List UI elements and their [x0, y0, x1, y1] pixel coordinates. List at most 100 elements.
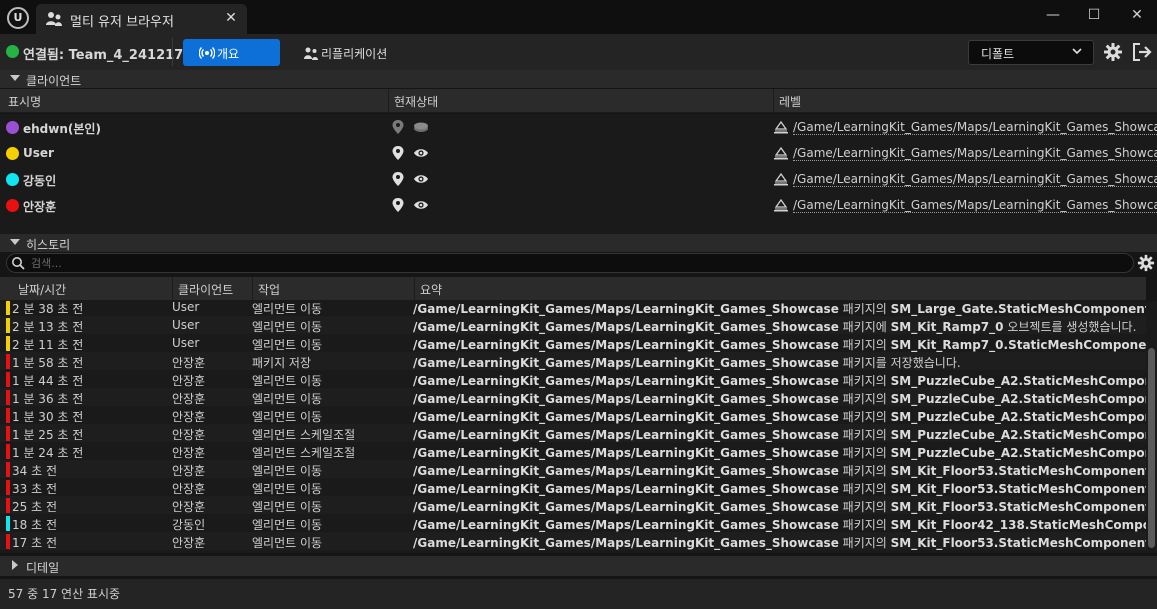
summary-object-name: SM_PuzzleCube_A2.StaticMeshComponent0: [890, 410, 1146, 424]
client-color-bar: [6, 408, 10, 423]
history-row[interactable]: 2 분 13 초 전 User 엘리먼트 이동/Game/LearningKit_G…: [0, 316, 1146, 334]
history-time: 1 분 58 초 전: [12, 356, 84, 370]
history-row[interactable]: 18 초 전 강동인 엘리먼트 이동/Game/LearningKit_Games/…: [0, 514, 1146, 532]
col-display-name[interactable]: 표시명: [8, 93, 41, 110]
column-divider[interactable]: [388, 89, 389, 113]
history-section-header[interactable]: 히스토리: [0, 234, 1157, 252]
history-action: 엘리먼트 이동: [252, 518, 323, 532]
unreal-logo-icon: U: [7, 7, 29, 29]
history-time: 2 분 13 초 전: [12, 320, 84, 334]
history-row[interactable]: 1 분 30 초 전 안장훈 엘리먼트 이동/Game/LearningKit_Ga…: [0, 406, 1146, 424]
clients-section-header[interactable]: 클라이언트: [0, 70, 1157, 88]
history-summary: /Game/LearningKit_Games/Maps/LearningKit…: [413, 354, 1146, 371]
column-divider[interactable]: [773, 89, 774, 113]
client-color-bar: [6, 534, 10, 549]
history-row[interactable]: 1 분 24 초 전 안장훈 엘리먼트 스케일조절/Game/LearningKit…: [0, 442, 1146, 460]
history-row[interactable]: 2 분 38 초 전 User 엘리먼트 이동/Game/LearningKit_G…: [0, 301, 1146, 316]
location-pin-icon: [392, 146, 404, 160]
client-color-bar: [6, 336, 10, 351]
history-action: 엘리먼트 이동: [252, 500, 323, 514]
gear-icon[interactable]: [1103, 42, 1123, 62]
collapse-arrow-icon: [10, 239, 20, 245]
overview-button[interactable]: 개요: [183, 39, 280, 66]
broadcast-icon: [199, 47, 215, 59]
summary-package-path: /Game/LearningKit_Games/Maps/LearningKit…: [413, 392, 839, 406]
history-settings-gear-icon[interactable]: [1137, 254, 1155, 272]
history-row[interactable]: 1 분 25 초 전 안장훈 엘리먼트 스케일조절/Game/LearningKit…: [0, 424, 1146, 442]
summary-text: 패키지의: [838, 374, 891, 388]
client-color-icon: [6, 147, 19, 160]
history-row[interactable]: 17 초 전 안장훈 엘리먼트 이동/Game/LearningKit_Games/…: [0, 532, 1146, 550]
maximize-button[interactable]: ☐: [1079, 4, 1109, 26]
summary-text: 패키지의: [838, 482, 891, 496]
client-name: 강동인: [23, 174, 57, 188]
client-row[interactable]: 강동인/Game/LearningKit_Games/Maps/Learning…: [0, 166, 1157, 192]
history-scrollbar-thumb[interactable]: [1148, 348, 1155, 548]
history-client: 안장훈: [172, 464, 206, 478]
history-summary: /Game/LearningKit_Games/Maps/LearningKit…: [413, 318, 1146, 335]
expand-arrow-icon: [12, 560, 18, 570]
operation-count-label: 57 중 17 연산 표시중: [8, 587, 121, 601]
summary-package-path: /Game/LearningKit_Games/Maps/LearningKit…: [413, 356, 839, 370]
client-row[interactable]: User/Game/LearningKit_Games/Maps/Learnin…: [0, 140, 1157, 166]
history-summary: /Game/LearningKit_Games/Maps/LearningKit…: [413, 444, 1146, 461]
client-level-path[interactable]: /Game/LearningKit_Games/Maps/LearningKit…: [793, 120, 1157, 135]
history-row[interactable]: 34 초 전 안장훈 엘리먼트 이동/Game/LearningKit_Games/…: [0, 460, 1146, 478]
preset-dropdown[interactable]: 디폴트: [968, 40, 1094, 65]
history-action: 엘리먼트 이동: [252, 392, 323, 406]
toolbar-divider: [172, 38, 173, 66]
col-action[interactable]: 작업: [258, 281, 280, 298]
history-row[interactable]: 1 분 44 초 전 안장훈 엘리먼트 이동/Game/LearningKit_Ga…: [0, 370, 1146, 388]
eye-icon: [414, 201, 428, 209]
tab-close-icon[interactable]: ✕: [221, 8, 241, 28]
history-time: 1 분 25 초 전: [12, 428, 84, 442]
history-search-box[interactable]: [6, 253, 1134, 273]
client-level-path[interactable]: /Game/LearningKit_Games/Maps/LearningKit…: [793, 146, 1157, 161]
tab-multi-user-browser[interactable]: 멀티 유저 브라우저 ✕: [36, 4, 247, 34]
chevron-down-icon: [1072, 48, 1082, 55]
replication-button[interactable]: 리플리케이션: [289, 39, 394, 66]
details-section-header[interactable]: 디테일: [0, 556, 1157, 576]
close-window-button[interactable]: ✕: [1122, 4, 1152, 26]
client-name: ehdwn(본인): [23, 122, 101, 136]
summary-text: 패키지의: [838, 518, 891, 532]
col-datetime[interactable]: 날짜/시간: [18, 281, 66, 298]
client-color-bar: [6, 426, 10, 441]
client-level-path[interactable]: /Game/LearningKit_Games/Maps/LearningKit…: [793, 198, 1157, 213]
col-client[interactable]: 클라이언트: [178, 281, 233, 298]
col-status[interactable]: 현재상태: [394, 93, 438, 110]
history-row[interactable]: 1 분 36 초 전 안장훈 엘리먼트 이동/Game/LearningKit_Ga…: [0, 388, 1146, 406]
column-divider[interactable]: [172, 277, 173, 301]
client-row[interactable]: 안장훈/Game/LearningKit_Games/Maps/Learning…: [0, 192, 1157, 218]
summary-object-name: SM_Kit_Floor53.StaticMeshComponent0: [890, 536, 1146, 550]
client-color-bar: [6, 498, 10, 513]
col-level[interactable]: 레벨: [779, 93, 801, 110]
client-color-icon: [6, 173, 19, 186]
history-row[interactable]: 1 분 58 초 전 안장훈 패키지 저장/Game/LearningKit_Gam…: [0, 352, 1146, 370]
history-row[interactable]: 33 초 전 안장훈 엘리먼트 이동/Game/LearningKit_Games/…: [0, 478, 1146, 496]
history-summary: /Game/LearningKit_Games/Maps/LearningKit…: [413, 480, 1146, 497]
column-divider[interactable]: [414, 277, 415, 301]
search-input[interactable]: [31, 255, 1121, 271]
history-row[interactable]: 25 초 전 안장훈 엘리먼트 이동/Game/LearningKit_Games/…: [0, 496, 1146, 514]
summary-package-path: /Game/LearningKit_Games/Maps/LearningKit…: [413, 374, 839, 388]
history-time: 1 분 30 초 전: [12, 410, 84, 424]
client-level-path[interactable]: /Game/LearningKit_Games/Maps/LearningKit…: [793, 172, 1157, 187]
level-map-icon: [774, 198, 788, 212]
tab-title: 멀티 유저 브라우저: [70, 15, 174, 30]
history-time: 17 초 전: [12, 536, 57, 550]
search-icon: [12, 257, 25, 270]
client-row[interactable]: ehdwn(본인) /Game/LearningKit_Games/Maps/Le…: [0, 114, 1157, 140]
leave-session-icon[interactable]: [1131, 41, 1153, 63]
client-color-bar: [6, 444, 10, 459]
summary-package-path: /Game/LearningKit_Games/Maps/LearningKit…: [413, 338, 839, 352]
history-summary: /Game/LearningKit_Games/Maps/LearningKit…: [413, 516, 1146, 533]
column-divider[interactable]: [252, 277, 253, 301]
minimize-button[interactable]: —: [1038, 4, 1068, 26]
summary-object-name: SM_Kit_Floor53.StaticMeshComponent0: [890, 500, 1146, 514]
history-summary: /Game/LearningKit_Games/Maps/LearningKit…: [413, 336, 1146, 353]
history-row[interactable]: 2 분 11 초 전 User 엘리먼트 이동/Game/LearningKit_G…: [0, 334, 1146, 352]
col-summary[interactable]: 요약: [420, 281, 442, 298]
client-color-bar: [6, 516, 10, 531]
summary-package-path: /Game/LearningKit_Games/Maps/LearningKit…: [413, 500, 839, 514]
